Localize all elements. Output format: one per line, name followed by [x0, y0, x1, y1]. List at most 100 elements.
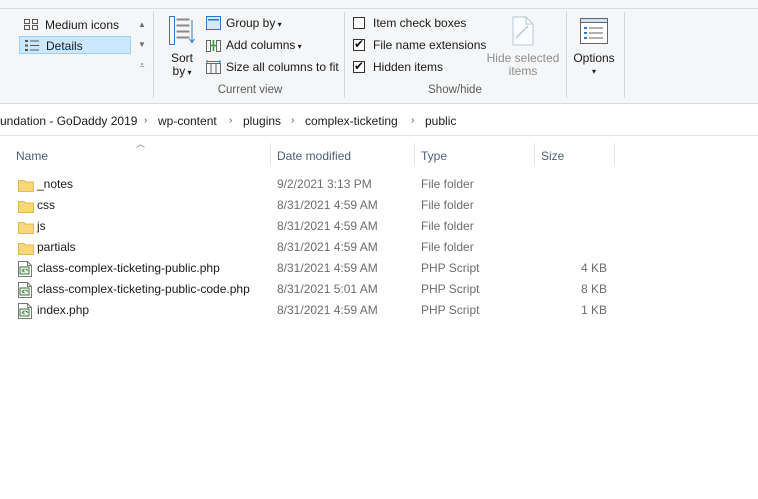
file-row[interactable]: partials 8/31/2021 4:59 AM File folder	[0, 237, 758, 258]
layout-expand-button[interactable]: ⩡	[136, 58, 148, 72]
breadcrumb-item[interactable]: wp-content	[158, 113, 217, 129]
file-name: css	[37, 198, 55, 212]
folder-icon	[18, 242, 34, 255]
dropdown-arrow-icon: ▾	[295, 42, 302, 51]
ribbon-separator	[153, 12, 154, 98]
ribbon-divider	[0, 8, 758, 9]
dropdown-arrow-icon: ▾	[591, 67, 596, 76]
file-type: File folder	[421, 198, 474, 212]
folder-icon	[18, 221, 34, 234]
file-name: class-complex-ticketing-public-code.php	[37, 282, 250, 296]
options-label: Options	[573, 51, 615, 65]
add-columns-button[interactable]: Add columns ▾	[206, 36, 302, 54]
options-icon	[580, 18, 608, 44]
file-type: File folder	[421, 240, 474, 254]
file-type: PHP Script	[421, 261, 480, 275]
item-check-boxes-checkbox[interactable]	[353, 17, 365, 29]
dropdown-arrow-icon: ▾	[275, 20, 282, 29]
ribbon-separator	[624, 12, 625, 98]
medium-icons-icon	[24, 19, 38, 30]
hidden-items-label: Hidden items	[373, 60, 444, 74]
layout-gallery: Medium icons Details	[19, 15, 133, 55]
hide-selected-items-icon	[512, 16, 534, 46]
file-row[interactable]: class-complex-ticketing-public.php 8/31/2…	[0, 258, 758, 279]
dropdown-arrow-icon: ▾	[185, 68, 192, 77]
column-divider[interactable]	[414, 143, 415, 165]
hide-selected-label-line2: items	[508, 64, 538, 78]
file-date-modified: 8/31/2021 4:59 AM	[277, 240, 378, 254]
file-row[interactable]: js 8/31/2021 4:59 AM File folder	[0, 216, 758, 237]
group-by-label: Group by	[226, 16, 276, 30]
breadcrumb-item[interactable]: undation - GoDaddy 2019	[0, 113, 137, 129]
column-header-size[interactable]: Size	[541, 147, 613, 165]
file-date-modified: 8/31/2021 4:59 AM	[277, 198, 378, 212]
file-row[interactable]: _notes 9/2/2021 3:13 PM File folder	[0, 174, 758, 195]
file-size: 1 KB	[580, 303, 607, 317]
file-name: partials	[37, 240, 76, 254]
layout-details[interactable]: Details	[19, 36, 131, 54]
file-name-extensions-checkbox[interactable]	[353, 37, 365, 51]
size-all-columns-icon	[206, 60, 221, 74]
file-date-modified: 9/2/2021 3:13 PM	[277, 177, 372, 191]
folder-icon	[18, 179, 34, 192]
breadcrumb-item[interactable]: complex-ticketing	[305, 113, 398, 129]
sort-by-label-line2: by ▾	[165, 65, 199, 79]
breadcrumb-chevron-icon[interactable]: ›	[144, 113, 147, 129]
file-type: File folder	[421, 219, 474, 233]
layout-medium-icons[interactable]: Medium icons	[19, 16, 131, 34]
column-header-date-modified[interactable]: Date modified	[277, 147, 413, 165]
file-type: File folder	[421, 177, 474, 191]
hidden-items-checkbox[interactable]	[353, 59, 365, 73]
add-columns-icon	[206, 40, 221, 52]
column-divider[interactable]	[614, 143, 615, 165]
layout-scroll-down-button[interactable]: ▼	[136, 38, 148, 52]
file-type: PHP Script	[421, 303, 480, 317]
hide-selected-items-button[interactable]: Hide selected items	[486, 16, 560, 78]
column-divider[interactable]	[270, 143, 271, 165]
add-columns-label: Add columns	[226, 38, 296, 52]
ribbon-separator	[344, 12, 345, 98]
column-header-name[interactable]: Name	[16, 147, 270, 165]
php-file-icon	[18, 303, 32, 319]
group-label-current-view: Current view	[217, 84, 283, 96]
column-divider[interactable]	[534, 143, 535, 165]
breadcrumb-chevron-icon[interactable]: ›	[229, 113, 232, 129]
address-bar[interactable]: undation - GoDaddy 2019 › wp-content › p…	[0, 108, 758, 136]
group-label-show-hide: Show/hide	[428, 84, 482, 96]
file-row[interactable]: class-complex-ticketing-public-code.php 8…	[0, 279, 758, 300]
breadcrumb-item[interactable]: public	[425, 113, 456, 129]
column-header-type[interactable]: Type	[421, 147, 533, 165]
php-file-icon	[18, 282, 32, 298]
file-date-modified: 8/31/2021 4:59 AM	[277, 219, 378, 233]
details-icon	[25, 40, 39, 51]
php-file-icon	[18, 261, 32, 277]
layout-medium-icons-label: Medium icons	[45, 18, 120, 32]
breadcrumb-chevron-icon[interactable]: ›	[411, 113, 414, 129]
layout-scroll-up-button[interactable]: ▲	[136, 18, 148, 32]
ribbon-separator	[566, 12, 567, 98]
file-name: class-complex-ticketing-public.php	[37, 261, 220, 275]
options-button[interactable]: Options ▾	[571, 16, 617, 78]
file-name-extensions-label: File name extensions	[373, 38, 487, 52]
file-date-modified: 8/31/2021 5:01 AM	[277, 282, 378, 296]
sort-by-button[interactable]: Sort by ▾	[165, 16, 199, 78]
folder-icon	[18, 200, 34, 213]
breadcrumb-item[interactable]: plugins	[243, 113, 281, 129]
file-size: 8 KB	[580, 282, 607, 296]
file-name: js	[37, 219, 46, 233]
file-row[interactable]: index.php 8/31/2021 4:59 AM PHP Script 1 KB	[0, 300, 758, 321]
item-check-boxes-label: Item check boxes	[373, 16, 467, 30]
ribbon-divider	[0, 103, 758, 104]
file-row[interactable]: css 8/31/2021 4:59 AM File folder	[0, 195, 758, 216]
sort-by-label-text: by	[172, 64, 186, 78]
file-type: PHP Script	[421, 282, 480, 296]
file-name: _notes	[37, 177, 74, 191]
file-size: 4 KB	[580, 261, 607, 275]
file-date-modified: 8/31/2021 4:59 AM	[277, 303, 378, 317]
group-by-button[interactable]: Group by ▾	[206, 14, 282, 32]
file-name: index.php	[37, 303, 90, 317]
breadcrumb-chevron-icon[interactable]: ›	[291, 113, 294, 129]
size-all-columns-button[interactable]: Size all columns to fit	[206, 58, 339, 76]
size-all-columns-label: Size all columns to fit	[226, 60, 339, 74]
group-by-icon	[206, 16, 221, 30]
